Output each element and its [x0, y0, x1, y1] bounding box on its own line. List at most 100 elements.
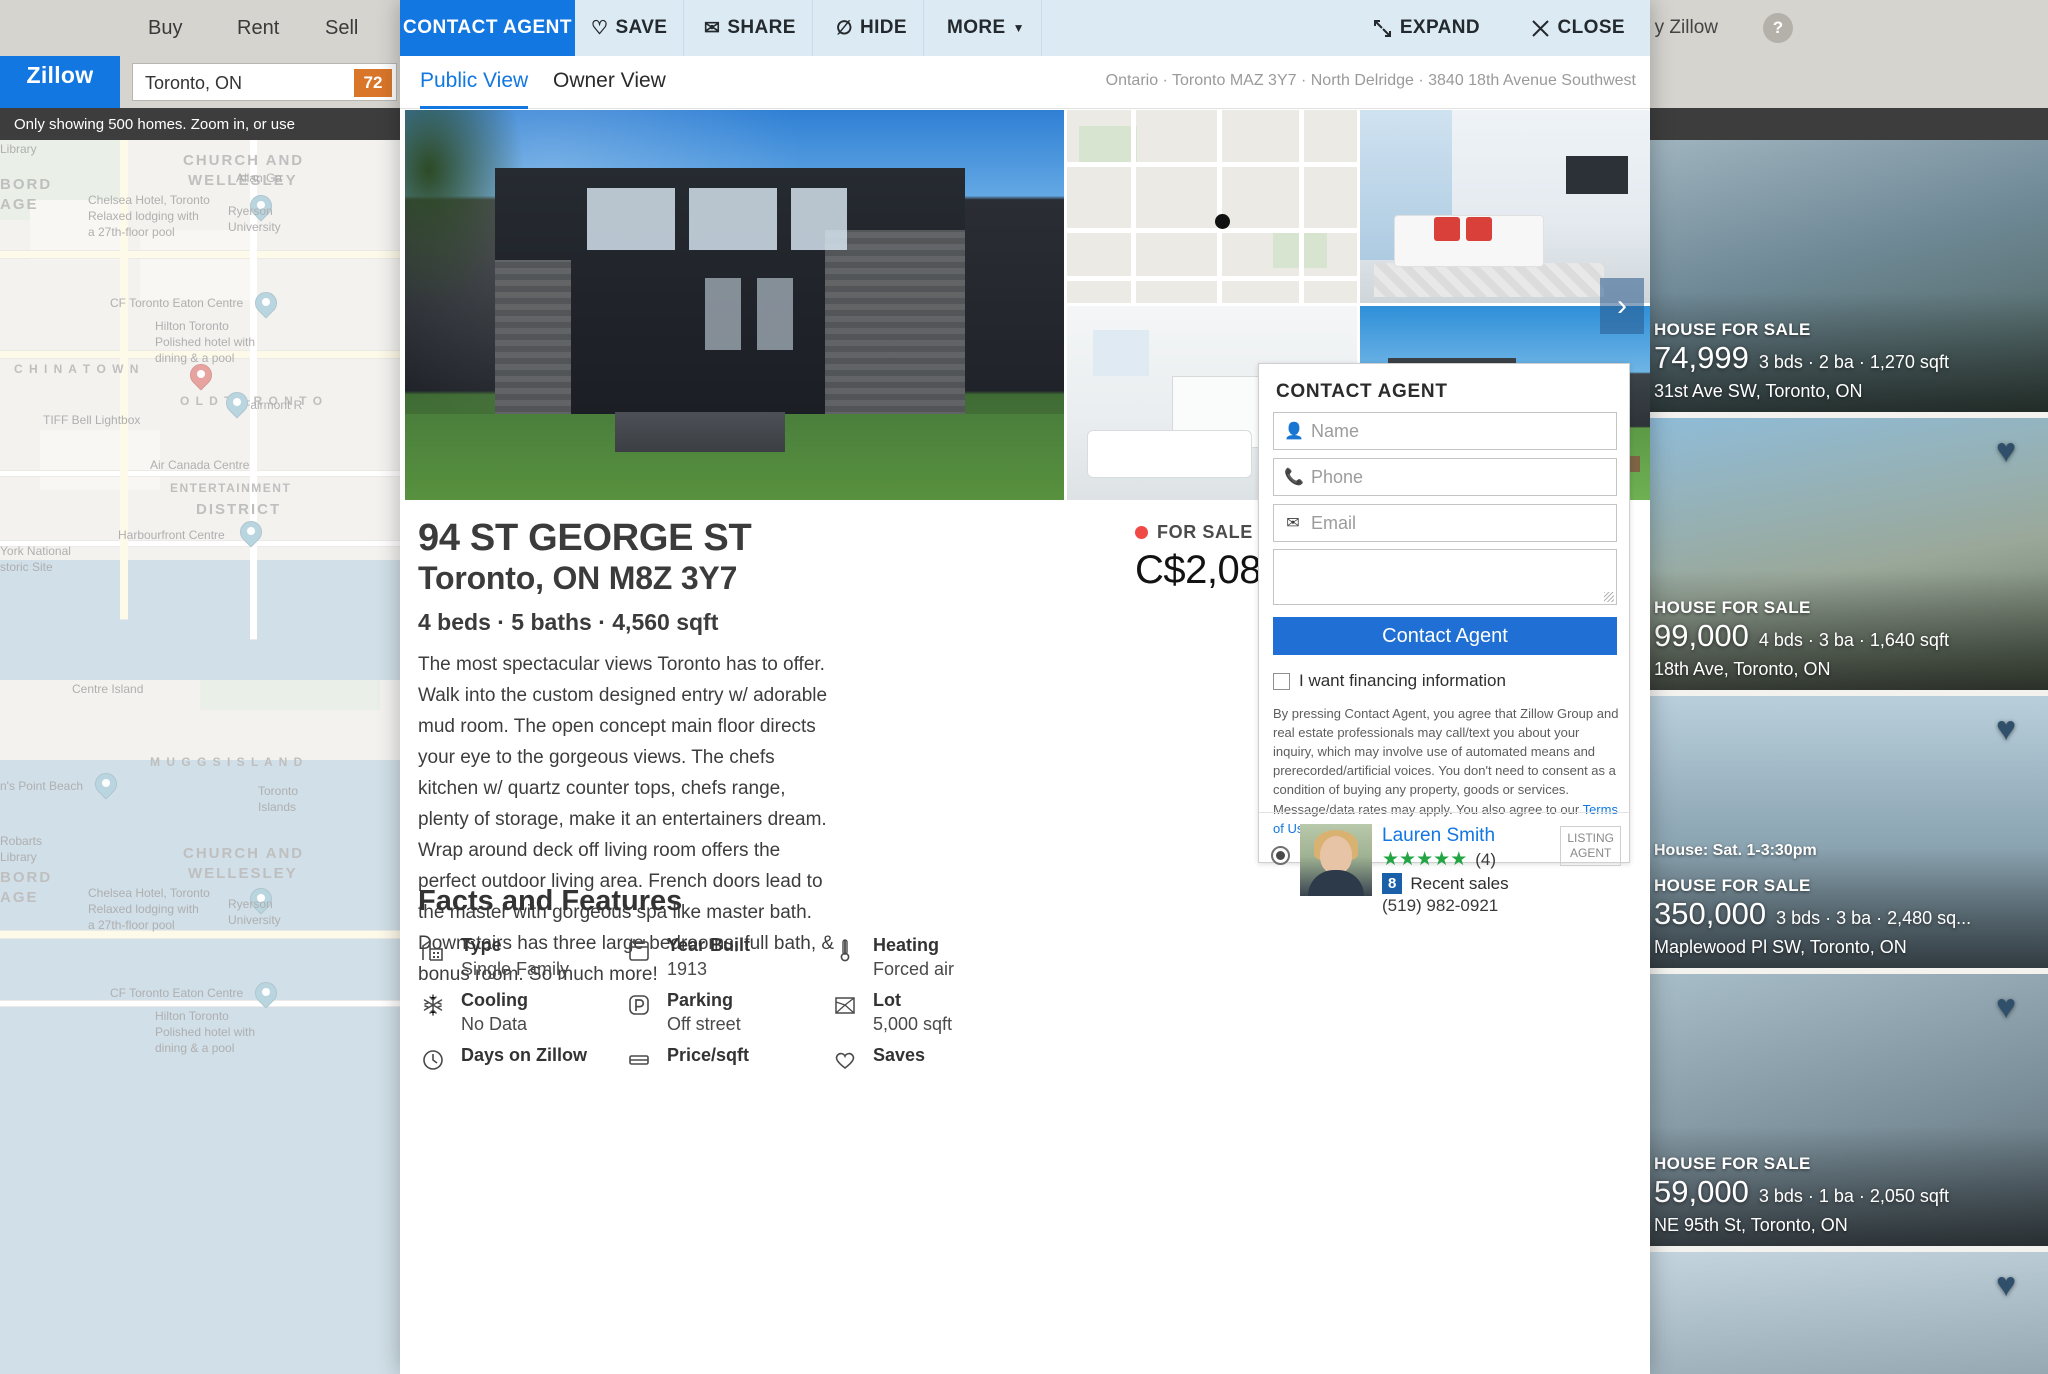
poi-name: Centre Island	[72, 682, 144, 696]
map-poi-label[interactable]: Hilton Toronto Polished hotel with dining …	[155, 318, 255, 367]
fact-item: Year Built 1913	[624, 930, 830, 985]
map-poi-label[interactable]: TIFF Bell Lightbox	[43, 412, 140, 428]
email-field[interactable]: ✉ Email	[1273, 504, 1617, 542]
search-input[interactable]: Toronto, ON 72	[132, 63, 397, 101]
tv-decor	[1566, 156, 1628, 194]
recent-sales-label: Recent sales	[1410, 873, 1509, 893]
expand-icon	[1373, 19, 1391, 37]
lot-icon	[830, 989, 860, 1021]
property-title-block: 94 ST GEORGE ST Toronto, ON M8Z 3Y7 4 be…	[418, 516, 1058, 636]
more-button[interactable]: MORE ▼	[931, 0, 1042, 56]
agent-select-radio[interactable]	[1271, 846, 1290, 865]
contact-agent-tab-button[interactable]: CONTACT AGENT	[400, 0, 575, 56]
nav-link-sell[interactable]: Sell	[325, 0, 358, 56]
agent-phone-number[interactable]: (519) 982-0921	[1382, 896, 1550, 916]
panel-divider	[1259, 812, 1631, 813]
map-area-label: ENTERTAINMENT	[170, 481, 292, 495]
listing-price-row: 59,000 3 bds · 1 ba · 2,050 sqft	[1654, 1174, 1949, 1210]
save-heart-icon[interactable]: ♥	[1996, 990, 2030, 1024]
financing-checkbox-row[interactable]: I want financing information	[1273, 671, 1506, 691]
person-icon: 👤	[1284, 423, 1304, 440]
map-poi-label[interactable]: CF Toronto Eaton Centre	[110, 985, 243, 1001]
map-pin-icon[interactable]	[90, 768, 122, 803]
map-pin-icon[interactable]	[250, 977, 282, 1012]
listing-card[interactable]: ♥House: Sat. 1-3:30pmHOUSE FOR SALE350,0…	[1640, 1252, 2048, 1374]
listing-card[interactable]: HOUSE FOR SALE 74,999 3 bds · 2 ba · 1,270…	[1640, 140, 2048, 412]
map-poi-label[interactable]: Chelsea Hotel, Toronto Relaxed lodging wi…	[88, 192, 210, 241]
badge-line-2: AGENT	[1569, 846, 1612, 860]
poi-name: CF Toronto Eaton Centre	[110, 986, 244, 1000]
map-poi-label[interactable]: Fairmont R	[243, 397, 302, 413]
poi-sub: Relaxed lodging with	[88, 209, 199, 224]
map-poi-label[interactable]: Chelsea Hotel, Toronto Relaxed lodging wi…	[88, 885, 210, 934]
map-pin-icon[interactable]	[185, 359, 217, 394]
close-label: CLOSE	[1557, 17, 1625, 38]
financing-checkbox[interactable]	[1273, 672, 1290, 690]
save-heart-icon[interactable]: ♥	[1996, 1268, 2030, 1302]
fact-value: Single Family	[461, 958, 570, 979]
poi-name: Ryerson	[228, 204, 273, 218]
poi-name: CF Toronto Eaton Centre	[110, 296, 244, 310]
hero-photo[interactable]	[405, 110, 1064, 500]
map-poi-label[interactable]: Toronto Islands	[258, 783, 298, 815]
save-button[interactable]: ♡ SAVE	[575, 0, 685, 56]
listing-price: 99,000	[1654, 618, 1749, 653]
map-poi-label[interactable]: Ryerson University	[228, 896, 281, 928]
listing-status: HOUSE FOR SALE	[1654, 598, 1811, 617]
living-room-thumbnail[interactable]	[1360, 110, 1650, 303]
share-button[interactable]: ✉ SHARE	[688, 0, 813, 56]
listing-card[interactable]: ♥House: Sat. 1-3:30pmHOUSE FOR SALE350,0…	[1640, 696, 2048, 968]
modal-action-toolbar: CONTACT AGENT ♡ SAVE ✉ SHARE ∅ HIDE MORE…	[400, 0, 1650, 56]
listing-card[interactable]: ♥ HOUSE FOR SALE 99,000 4 bds · 3 ba · 1,64…	[1640, 418, 2048, 690]
save-heart-icon[interactable]: ♥	[1996, 712, 2030, 746]
listing-price: 350,000	[1654, 896, 1767, 931]
poi-name: Robarts	[0, 834, 43, 848]
star-icon: ★	[1416, 848, 1434, 870]
map-poi-label[interactable]: Allan Ga	[236, 170, 282, 186]
map-poi-label[interactable]: Harbourfront Centre	[118, 527, 225, 543]
fact-item: Lot 5,000 sqft	[830, 985, 1036, 1040]
save-heart-icon[interactable]: ♥	[1996, 434, 2030, 468]
name-field[interactable]: 👤 Name	[1273, 412, 1617, 450]
map-poi-label[interactable]: Hilton Toronto Polished hotel with dining …	[155, 1008, 255, 1057]
map-pin-icon[interactable]	[235, 516, 267, 551]
zillow-wordmark: Zillow	[26, 61, 94, 88]
nav-link-buy[interactable]: Buy	[148, 0, 182, 56]
expand-button[interactable]: EXPAND	[1373, 0, 1480, 56]
poi-name: Harbourfront Centre	[118, 528, 225, 542]
building-icon	[418, 934, 448, 966]
poi-sub: Islands	[258, 800, 297, 815]
listing-card[interactable]: ♥ HOUSE FOR SALE 59,000 3 bds · 1 ba · 2,05…	[1640, 974, 2048, 1246]
map-poi-label[interactable]: Ryerson University	[228, 203, 281, 235]
listing-results-rail[interactable]: HOUSE FOR SALE 74,999 3 bds · 2 ba · 1,270…	[1640, 140, 2048, 1374]
map-pin-icon[interactable]	[250, 287, 282, 322]
listing-price-row: 350,000 3 bds · 3 ba · 2,480 sq...	[1654, 896, 1971, 932]
map-poi-label[interactable]: Centre Island	[72, 681, 143, 697]
phone-field[interactable]: 📞 Phone	[1273, 458, 1617, 496]
save-label: SAVE	[615, 17, 668, 38]
hide-button[interactable]: ∅ HIDE	[820, 0, 924, 56]
map-poi-label[interactable]: n's Point Beach	[0, 778, 83, 794]
star-icon: ★	[1382, 848, 1400, 870]
financing-label: I want financing information	[1299, 671, 1506, 690]
map-poi-label[interactable]: Air Canada Centre	[150, 457, 249, 473]
tab-public-view[interactable]: Public View	[420, 56, 529, 109]
map-poi-label[interactable]: CF Toronto Eaton Centre	[110, 295, 243, 311]
map-pin-icon[interactable]	[221, 387, 253, 422]
envelope-icon: ✉	[1286, 515, 1300, 532]
tab-owner-view[interactable]: Owner View	[553, 56, 666, 109]
map-thumbnail[interactable]	[1067, 110, 1357, 303]
parking-icon	[624, 989, 654, 1021]
message-textarea[interactable]	[1273, 549, 1617, 605]
poi-sub: Relaxed lodging with	[88, 902, 199, 917]
breadcrumb[interactable]: Ontario · Toronto MAZ 3Y7 · North Delrid…	[1106, 72, 1636, 90]
close-button[interactable]: CLOSE	[1531, 0, 1625, 56]
nav-link-rent[interactable]: Rent	[237, 0, 279, 56]
help-icon[interactable]: ?	[1763, 13, 1793, 43]
contact-agent-submit-button[interactable]: Contact Agent	[1273, 617, 1617, 655]
gallery-next-arrow[interactable]: ›	[1600, 278, 1644, 334]
agent-name-link[interactable]: Lauren Smith	[1382, 824, 1550, 848]
map-poi-label[interactable]: York National storic Site	[0, 543, 71, 575]
poi-sub: Polished hotel with	[155, 335, 256, 350]
map-poi-label[interactable]: Robarts Library	[0, 833, 42, 865]
